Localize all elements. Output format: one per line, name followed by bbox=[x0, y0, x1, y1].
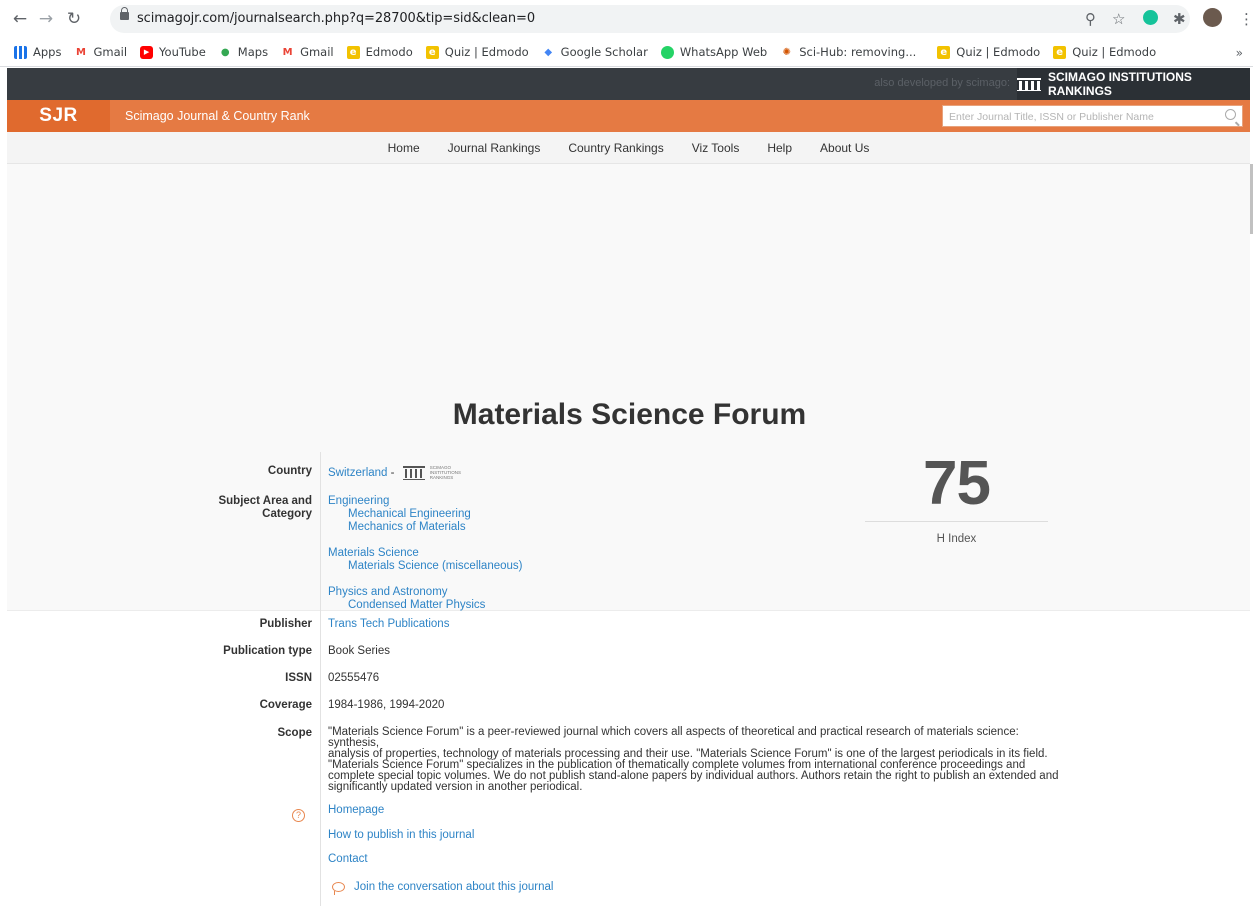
country-value: Switzerland - SCIMAGO INSTITUTIONS RANKI… bbox=[328, 465, 473, 481]
country-link[interactable]: Switzerland bbox=[328, 467, 387, 479]
issn-label: ISSN bbox=[285, 672, 312, 684]
search-icon[interactable] bbox=[1225, 109, 1236, 120]
bookmarks-overflow-button[interactable]: » bbox=[1236, 46, 1243, 60]
bookmark-star-icon[interactable]: ☆ bbox=[1112, 10, 1125, 28]
publisher-link[interactable]: Trans Tech Publications bbox=[328, 618, 449, 631]
chrome-menu-icon[interactable]: ⋮ bbox=[1239, 10, 1253, 28]
youtube-icon: ▶ bbox=[140, 45, 154, 59]
category-mechanical-engineering[interactable]: Mechanical Engineering bbox=[328, 508, 522, 521]
scihub-icon: ✺ bbox=[782, 46, 791, 58]
h-index-value: 75 bbox=[923, 449, 991, 518]
country-separator: - bbox=[390, 467, 395, 480]
bookmark-whatsapp[interactable]: WhatsApp Web bbox=[660, 45, 767, 59]
back-arrow-icon[interactable]: ← bbox=[9, 8, 31, 30]
publication-type-label: Publication type bbox=[223, 645, 312, 657]
edmodo-icon: e bbox=[425, 45, 439, 59]
h-index-label: H Index bbox=[936, 533, 977, 545]
extensions-puzzle-icon[interactable]: ✱ bbox=[1173, 10, 1186, 28]
column-divider bbox=[320, 452, 321, 906]
edmodo-icon: e bbox=[346, 45, 360, 59]
nav-viz-tools[interactable]: Viz Tools bbox=[692, 141, 740, 155]
nav-home[interactable]: Home bbox=[388, 141, 420, 155]
bookmark-apps[interactable]: Apps bbox=[14, 45, 61, 59]
site-header: SJR Scimago Journal & Country Rank Enter… bbox=[7, 100, 1250, 132]
category-materials-science-misc[interactable]: Materials Science (miscellaneous) bbox=[328, 560, 522, 573]
homepage-link[interactable]: Homepage bbox=[328, 804, 384, 817]
sir-logo-icon bbox=[1017, 77, 1041, 91]
journal-search-input[interactable]: Enter Journal Title, ISSN or Publisher N… bbox=[942, 105, 1243, 127]
bookmark-quiz-edmodo-2[interactable]: e Quiz | Edmodo bbox=[937, 45, 1040, 59]
journal-header-section bbox=[7, 164, 1250, 610]
how-to-publish-link[interactable]: How to publish in this journal bbox=[328, 829, 474, 842]
whatsapp-icon bbox=[660, 45, 674, 59]
bookmarks-bar: Apps M Gmail ▶ YouTube ● Maps M Gmail e Edmod… bbox=[0, 38, 1253, 67]
bookmark-scihub[interactable]: ✺ Sci-Hub: removing... bbox=[780, 45, 917, 59]
grammarly-extension-icon[interactable] bbox=[1143, 10, 1158, 25]
sjr-logo[interactable]: SJR bbox=[7, 100, 110, 132]
subject-area-list: Engineering Mechanical Engineering Mecha… bbox=[328, 495, 522, 612]
gmail-icon: M bbox=[282, 46, 293, 58]
nav-help[interactable]: Help bbox=[767, 141, 792, 155]
country-label: Country bbox=[267, 465, 312, 477]
subject-area-materials-science[interactable]: Materials Science bbox=[328, 547, 522, 560]
bookmark-maps[interactable]: ● Maps bbox=[219, 45, 268, 59]
sir-link[interactable]: SCIMAGO INSTITUTIONS RANKINGS bbox=[1017, 68, 1250, 100]
subject-area-label: Subject Area and Category bbox=[218, 495, 312, 520]
chat-bubble-icon bbox=[332, 881, 345, 895]
scimago-top-bar: also developed by scimago: SCIMAGO INSTI… bbox=[7, 68, 1250, 100]
bookmark-gmail-2[interactable]: M Gmail bbox=[281, 45, 334, 59]
bookmark-quiz-edmodo[interactable]: e Quiz | Edmodo bbox=[425, 45, 529, 59]
edmodo-icon: e bbox=[1053, 45, 1067, 59]
subject-area-engineering[interactable]: Engineering bbox=[328, 495, 522, 508]
maps-pin-icon: ● bbox=[220, 46, 230, 58]
sir-country-logo-icon[interactable]: SCIMAGO INSTITUTIONS RANKINGS bbox=[402, 465, 473, 481]
category-mechanics-of-materials[interactable]: Mechanics of Materials bbox=[328, 521, 522, 534]
publisher-label: Publisher bbox=[259, 618, 312, 630]
site-title[interactable]: Scimago Journal & Country Rank bbox=[125, 109, 310, 123]
scope-label: Scope bbox=[277, 727, 312, 739]
edmodo-icon: e bbox=[937, 45, 951, 59]
browser-toolbar: ← → ↻ scimagojr.com/journalsearch.php?q=… bbox=[0, 0, 1253, 38]
sir-label: SCIMAGO INSTITUTIONS RANKINGS bbox=[1047, 70, 1192, 98]
nav-country-rankings[interactable]: Country Rankings bbox=[568, 141, 663, 155]
sir-mini-text: SCIMAGO INSTITUTIONS RANKINGS bbox=[429, 465, 461, 480]
subject-area-physics-astronomy[interactable]: Physics and Astronomy bbox=[328, 586, 522, 599]
forward-arrow-icon[interactable]: → bbox=[35, 8, 57, 30]
publication-type-value: Book Series bbox=[328, 645, 391, 657]
conversation-link[interactable]: Join the conversation about this journal bbox=[332, 881, 553, 895]
url-text[interactable]: scimagojr.com/journalsearch.php?q=28700&… bbox=[137, 11, 535, 26]
lock-icon[interactable] bbox=[120, 7, 129, 20]
help-question-icon[interactable]: ? bbox=[292, 809, 305, 822]
bookmark-quiz-edmodo-3[interactable]: e Quiz | Edmodo bbox=[1053, 45, 1156, 59]
contact-link[interactable]: Contact bbox=[328, 853, 368, 866]
apps-grid-icon bbox=[14, 45, 27, 59]
issn-value: 02555476 bbox=[328, 672, 380, 684]
gmail-icon: M bbox=[75, 46, 86, 58]
journal-title: Materials Science Forum bbox=[452, 398, 807, 431]
zoom-icon[interactable]: ⚲ bbox=[1085, 10, 1096, 28]
category-condensed-matter-physics[interactable]: Condensed Matter Physics bbox=[328, 599, 522, 612]
bookmark-youtube[interactable]: ▶ YouTube bbox=[140, 45, 206, 59]
profile-avatar-icon[interactable] bbox=[1203, 8, 1222, 27]
h-index-divider bbox=[865, 521, 1048, 522]
bookmark-gmail[interactable]: M Gmail bbox=[74, 45, 127, 59]
bookmark-edmodo[interactable]: e Edmodo bbox=[346, 45, 413, 59]
nav-about-us[interactable]: About Us bbox=[820, 141, 869, 155]
coverage-label: Coverage bbox=[259, 699, 312, 711]
scholar-icon: ◆ bbox=[544, 46, 553, 58]
reload-icon[interactable]: ↻ bbox=[63, 8, 85, 30]
bookmark-google-scholar[interactable]: ◆ Google Scholar bbox=[542, 45, 648, 59]
also-developed-text: also developed by scimago: bbox=[874, 77, 1010, 89]
scope-text: "Materials Science Forum" is a peer-revi… bbox=[328, 726, 1059, 793]
nav-journal-rankings[interactable]: Journal Rankings bbox=[448, 141, 541, 155]
coverage-value: 1984-1986, 1994-2020 bbox=[328, 699, 445, 711]
main-nav: Home Journal Rankings Country Rankings V… bbox=[7, 132, 1250, 164]
search-placeholder: Enter Journal Title, ISSN or Publisher N… bbox=[949, 111, 1154, 123]
